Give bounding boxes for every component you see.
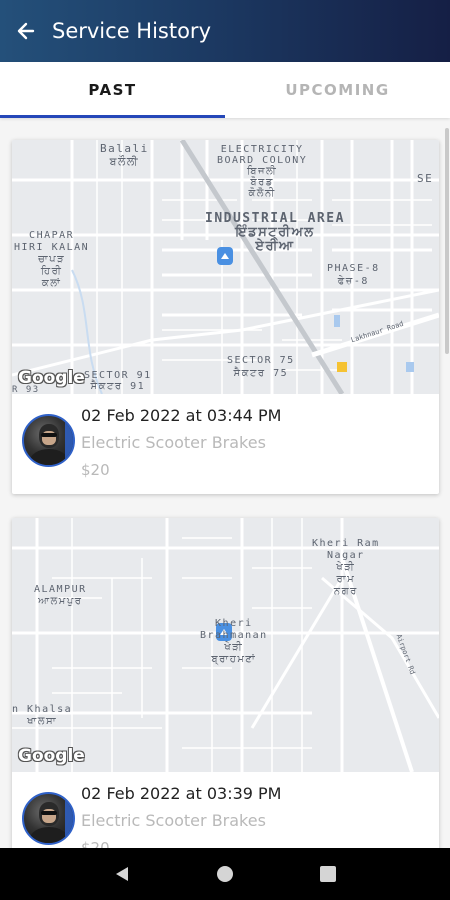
- system-nav-bar: [0, 848, 450, 900]
- tab-bar: PAST UPCOMING: [0, 62, 450, 118]
- service-datetime: 02 Feb 2022 at 03:39 PM: [81, 784, 282, 803]
- avatar-body: [30, 449, 68, 465]
- triangle-back-icon: [115, 867, 128, 881]
- page-title: Service History: [52, 19, 211, 43]
- map-label-sector91: SECTOR 91 ਸੈਕਟਰ 91: [84, 370, 152, 392]
- map-label-chapar: CHAPAR HIRI KALAN ਚਾਪੜ ਹਿਰੀ ਕਲਾਂ: [14, 230, 90, 289]
- map-label-phase8: PHASE-8 ਫੇਜ਼-8: [327, 263, 380, 287]
- map-label-industrial-area: INDUSTRIAL AREA ਇੰਡਸਟ੍ਰੀਅਲ ਏਰੀਆ: [205, 211, 345, 254]
- arrow-left-icon: [17, 22, 35, 40]
- service-price: $20: [81, 461, 110, 479]
- service-history-screen: Service History PAST UPCOMING Balali ਬਲੌ…: [0, 0, 450, 900]
- service-datetime: 02 Feb 2022 at 03:44 PM: [81, 406, 282, 425]
- map-label-kheri-brahmanan: Kheri Brahmanan ਖੇੜੀ ਬ੍ਰਾਹਮਣਾਂ: [200, 618, 268, 665]
- tab-upcoming[interactable]: UPCOMING: [225, 62, 450, 118]
- nav-recents-button[interactable]: [313, 859, 343, 889]
- square-recents-icon: [320, 866, 337, 882]
- back-button[interactable]: [0, 0, 52, 62]
- map-label-alampur: ALAMPUR ਆਲਮਪੁਰ: [34, 584, 87, 607]
- avatar-sunglasses: [41, 433, 57, 437]
- map-label-electricity-colony: ELECTRICITY BOARD COLONY ਬਿਜਲੀ ਬੋਰਡ ਕੋਲੋਨੀ: [217, 144, 308, 199]
- circle-home-icon: [216, 866, 233, 882]
- avatar-edge: [65, 416, 73, 465]
- service-info: 02 Feb 2022 at 03:44 PM Electric Scooter…: [12, 394, 439, 494]
- map-label-se: SE: [417, 172, 434, 185]
- avatar-body: [30, 827, 68, 843]
- app-bar: Service History: [0, 0, 450, 62]
- service-card[interactable]: Balali ਬਲੌਲੀ ELECTRICITY BOARD COLONY ਬਿਜਲੀ…: [12, 140, 439, 494]
- tab-past-label: PAST: [88, 81, 137, 99]
- map-label-kheri-ram-nagar: Kheri Ram Nagar ਖੇੜੀ ਰਾਮ ਨਗਰ: [312, 538, 380, 597]
- nav-back-button[interactable]: [107, 859, 137, 889]
- service-info: 02 Feb 2022 at 03:39 PM Electric Scooter…: [12, 772, 439, 848]
- service-name: Electric Scooter Brakes: [81, 433, 266, 452]
- scrollbar[interactable]: [445, 128, 449, 354]
- map-label-balali: Balali ਬਲੌਲੀ: [100, 142, 149, 168]
- map-thumbnail: Kheri Ram Nagar ਖੇੜੀ ਰਾਮ ਨਗਰ ALAMPUR ਆਲਮਪੁਰ K…: [12, 518, 439, 772]
- google-logo: Google: [18, 368, 85, 388]
- google-logo: Google: [18, 746, 85, 766]
- avatar: [22, 414, 75, 467]
- service-price: $20: [81, 839, 110, 848]
- map-thumbnail: Balali ਬਲੌਲੀ ELECTRICITY BOARD COLONY ਬਿਜਲੀ…: [12, 140, 439, 394]
- map-label-sector75: SECTOR 75 ਸੈਕਟਰ 75: [227, 355, 295, 379]
- tab-upcoming-label: UPCOMING: [285, 81, 390, 99]
- avatar: [22, 792, 75, 845]
- service-list[interactable]: Balali ਬਲੌਲੀ ELECTRICITY BOARD COLONY ਬਿਜਲੀ…: [0, 118, 450, 848]
- service-card[interactable]: Kheri Ram Nagar ਖੇੜੀ ਰਾਮ ਨਗਰ ALAMPUR ਆਲਮਪੁਰ K…: [12, 518, 439, 848]
- nav-home-button[interactable]: [210, 859, 240, 889]
- avatar-edge: [65, 794, 73, 843]
- service-name: Electric Scooter Brakes: [81, 811, 266, 830]
- map-label-khalsa: n Khalsa ਖਾਲਸਾ: [12, 704, 73, 727]
- tab-past[interactable]: PAST: [0, 62, 225, 118]
- avatar-sunglasses: [41, 811, 57, 815]
